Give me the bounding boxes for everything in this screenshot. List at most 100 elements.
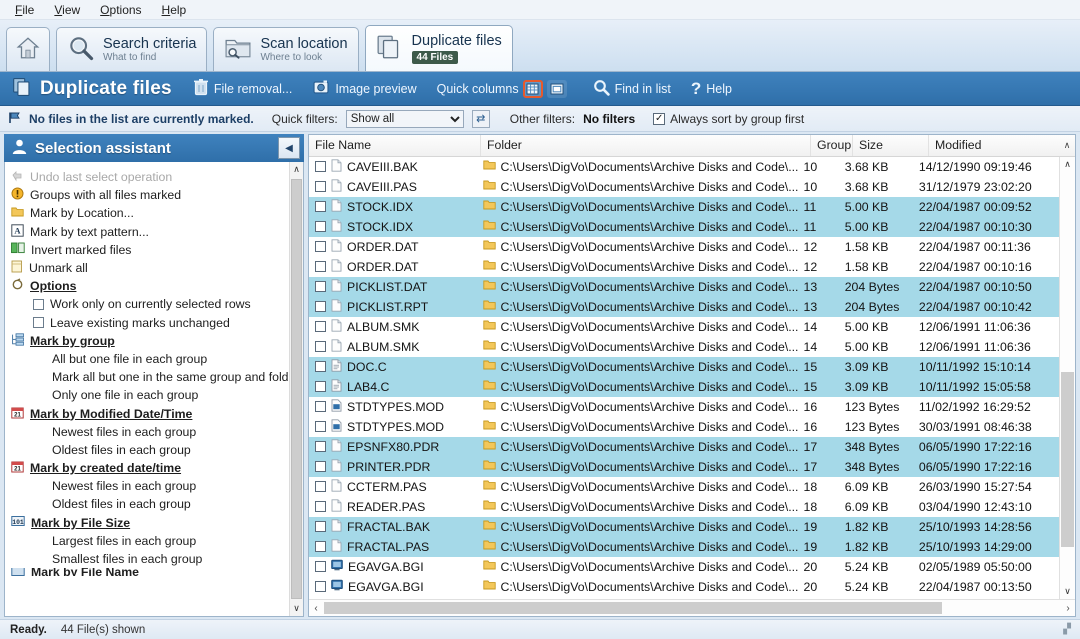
row-checkbox[interactable] bbox=[315, 161, 326, 172]
column-header-size[interactable]: Size bbox=[853, 135, 929, 156]
row-checkbox[interactable] bbox=[315, 501, 326, 512]
sidebar-item[interactable]: 21 Mark by created date/time bbox=[5, 459, 289, 477]
row-checkbox[interactable] bbox=[315, 481, 326, 492]
table-row[interactable]: STDTYPES.MOD C:\Users\DigVo\Documents\Arc… bbox=[309, 397, 1059, 417]
sidebar-item[interactable]: Smallest files in each group bbox=[5, 550, 289, 568]
menu-item-view[interactable]: View bbox=[45, 1, 89, 19]
image-preview-button[interactable]: Image preview bbox=[305, 76, 423, 102]
row-checkbox[interactable] bbox=[315, 581, 326, 592]
table-row[interactable]: EGAVGA.BGI C:\Users\DigVo\Documents\Archi… bbox=[309, 557, 1059, 577]
refresh-icon[interactable]: ⇄ bbox=[471, 109, 490, 128]
find-in-list-button[interactable]: Find in list bbox=[586, 76, 678, 102]
sidebar-scrollbar[interactable]: ∧ ∨ bbox=[289, 162, 303, 616]
sidebar-item[interactable]: Leave existing marks unchanged bbox=[5, 314, 289, 332]
sidebar-item[interactable]: All but one file in each group bbox=[5, 350, 289, 368]
quick-filter-select[interactable]: Show all bbox=[345, 109, 464, 128]
chevron-down-icon[interactable]: ∨ bbox=[1060, 584, 1075, 599]
table-row[interactable]: ALBUM.SMK C:\Users\DigVo\Documents\Archiv… bbox=[309, 317, 1059, 337]
column-header-group[interactable]: Group bbox=[811, 135, 853, 156]
sidebar-item[interactable]: 101 Mark by File Size bbox=[5, 514, 289, 532]
row-checkbox[interactable] bbox=[315, 461, 326, 472]
row-checkbox[interactable] bbox=[315, 401, 326, 412]
sidebar-item[interactable]: Invert marked files bbox=[5, 241, 289, 259]
grid-columns-icon[interactable] bbox=[522, 79, 543, 98]
chevron-left-icon[interactable]: ‹ bbox=[309, 603, 323, 614]
sidebar-item[interactable]: Newest files in each group bbox=[5, 477, 289, 495]
table-row[interactable]: ORDER.DAT C:\Users\DigVo\Documents\Archiv… bbox=[309, 237, 1059, 257]
row-checkbox[interactable] bbox=[315, 281, 326, 292]
row-checkbox[interactable] bbox=[315, 421, 326, 432]
table-row[interactable]: READER.PAS C:\Users\DigVo\Documents\Archi… bbox=[309, 497, 1059, 517]
sidebar-item[interactable]: Mark by Location... bbox=[5, 204, 289, 222]
table-row[interactable]: STDTYPES.MOD C:\Users\DigVo\Documents\Arc… bbox=[309, 417, 1059, 437]
sidebar-item[interactable]: Groups with all files marked bbox=[5, 186, 289, 204]
file-removal-button[interactable]: File removal... bbox=[186, 75, 300, 102]
tab-duplicate-files[interactable]: Duplicate files 44 Files bbox=[364, 25, 513, 71]
table-row[interactable]: PICKLIST.RPT C:\Users\DigVo\Documents\Arc… bbox=[309, 297, 1059, 317]
table-row[interactable]: CCTERM.PAS C:\Users\DigVo\Documents\Archi… bbox=[309, 477, 1059, 497]
horizontal-scrollbar-thumb[interactable] bbox=[324, 602, 942, 614]
sidebar-item[interactable]: A Mark by text pattern... bbox=[5, 223, 289, 241]
row-checkbox[interactable] bbox=[315, 441, 326, 452]
chevron-right-icon[interactable]: › bbox=[1061, 603, 1075, 614]
sidebar-item[interactable]: Unmark all bbox=[5, 259, 289, 277]
sidebar-item[interactable]: Only one file in each group bbox=[5, 386, 289, 404]
table-row[interactable]: EPSNFX80.PDR C:\Users\DigVo\Documents\Arc… bbox=[309, 437, 1059, 457]
row-checkbox[interactable] bbox=[315, 521, 326, 532]
chevron-up-icon[interactable]: ∧ bbox=[290, 162, 303, 177]
row-checkbox[interactable] bbox=[315, 541, 326, 552]
table-row[interactable]: ORDER.DAT C:\Users\DigVo\Documents\Archiv… bbox=[309, 257, 1059, 277]
table-row[interactable]: FRACTAL.PAS C:\Users\DigVo\Documents\Arch… bbox=[309, 537, 1059, 557]
row-checkbox[interactable] bbox=[315, 181, 326, 192]
row-checkbox[interactable] bbox=[315, 361, 326, 372]
sidebar-item[interactable]: Options bbox=[5, 277, 289, 295]
table-row[interactable]: EGAVGA.BGI C:\Users\DigVo\Documents\Archi… bbox=[309, 577, 1059, 597]
table-row[interactable]: STOCK.IDX C:\Users\DigVo\Documents\Archiv… bbox=[309, 217, 1059, 237]
sidebar-checkbox[interactable] bbox=[33, 298, 44, 310]
sidebar-item[interactable]: Oldest files in each group bbox=[5, 441, 289, 459]
chevron-down-icon[interactable]: ∨ bbox=[290, 601, 303, 616]
table-row[interactable]: LAB4.C C:\Users\DigVo\Documents\Archive D… bbox=[309, 377, 1059, 397]
sidebar-item[interactable]: Mark all but one in the same group and f… bbox=[5, 368, 289, 386]
row-checkbox[interactable] bbox=[315, 261, 326, 272]
table-row[interactable]: STOCK.IDX C:\Users\DigVo\Documents\Archiv… bbox=[309, 197, 1059, 217]
chevron-left-icon[interactable]: ◀ bbox=[278, 137, 300, 159]
column-header-file-name[interactable]: File Name bbox=[309, 135, 481, 156]
table-row[interactable]: FRACTAL.BAK C:\Users\DigVo\Documents\Arch… bbox=[309, 517, 1059, 537]
tab-search-criteria[interactable]: Search criteria What to find bbox=[56, 27, 208, 71]
row-checkbox[interactable] bbox=[315, 561, 326, 572]
chevron-up-icon[interactable]: ∧ bbox=[1060, 157, 1075, 172]
menu-item-options[interactable]: Options bbox=[91, 1, 150, 19]
row-checkbox[interactable] bbox=[315, 321, 326, 332]
row-checkbox[interactable] bbox=[315, 301, 326, 312]
table-row[interactable]: CAVEIII.BAK C:\Users\DigVo\Documents\Arch… bbox=[309, 157, 1059, 177]
sidebar-checkbox[interactable] bbox=[33, 317, 44, 329]
table-row[interactable]: PRINTER.PDR C:\Users\DigVo\Documents\Arch… bbox=[309, 457, 1059, 477]
tab-scan-location[interactable]: Scan location Where to look bbox=[213, 27, 359, 71]
column-header-folder[interactable]: Folder bbox=[481, 135, 811, 156]
help-button[interactable]: ? Help bbox=[684, 77, 739, 100]
sidebar-item[interactable]: Mark by group bbox=[5, 332, 289, 350]
table-row[interactable]: PICKLIST.DAT C:\Users\DigVo\Documents\Arc… bbox=[309, 277, 1059, 297]
table-row[interactable]: CAVEIII.PAS C:\Users\DigVo\Documents\Arch… bbox=[309, 177, 1059, 197]
single-column-icon[interactable] bbox=[546, 79, 567, 98]
sidebar-item[interactable]: Largest files in each group bbox=[5, 532, 289, 550]
chevron-up-icon[interactable]: ∧ bbox=[1059, 135, 1075, 156]
sidebar-scrollbar-thumb[interactable] bbox=[291, 179, 302, 599]
sidebar-item[interactable]: Oldest files in each group bbox=[5, 495, 289, 513]
table-row[interactable]: ALBUM.SMK C:\Users\DigVo\Documents\Archiv… bbox=[309, 337, 1059, 357]
sort-by-group-checkbox[interactable]: ✓ Always sort by group first bbox=[653, 112, 804, 126]
row-checkbox[interactable] bbox=[315, 221, 326, 232]
vertical-scrollbar-thumb[interactable] bbox=[1061, 372, 1074, 547]
sidebar-item[interactable]: 21 Mark by Modified Date/Time bbox=[5, 404, 289, 422]
table-row[interactable]: DOC.C C:\Users\DigVo\Documents\Archive Di… bbox=[309, 357, 1059, 377]
row-checkbox[interactable] bbox=[315, 381, 326, 392]
row-checkbox[interactable] bbox=[315, 201, 326, 212]
sidebar-item[interactable]: Work only on currently selected rows bbox=[5, 295, 289, 313]
file-list-vertical-scrollbar[interactable]: ∧ ∨ bbox=[1059, 157, 1075, 599]
column-header-modified[interactable]: Modified bbox=[929, 135, 1059, 156]
row-checkbox[interactable] bbox=[315, 341, 326, 352]
resize-grip-icon[interactable]: ▞ bbox=[1063, 624, 1071, 635]
row-checkbox[interactable] bbox=[315, 241, 326, 252]
menu-item-file[interactable]: FFileile bbox=[6, 1, 43, 19]
